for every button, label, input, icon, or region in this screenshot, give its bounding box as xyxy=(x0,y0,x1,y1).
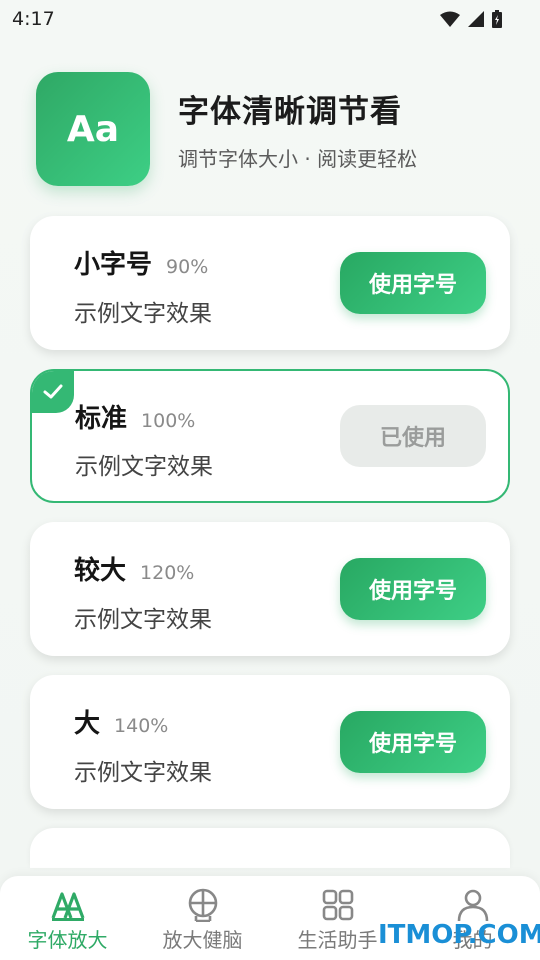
status-bar: 4:17 xyxy=(0,0,540,38)
sample-text: 示例文字效果 xyxy=(74,760,212,786)
check-icon xyxy=(32,371,74,413)
status-time: 4:17 xyxy=(12,8,55,30)
watermark: ITMOP.COM xyxy=(378,920,540,950)
size-card-large[interactable]: 大 140% 示例文字效果 使用字号 xyxy=(30,675,510,809)
use-size-button[interactable]: 使用字号 xyxy=(340,252,486,314)
size-name: 较大 xyxy=(74,556,127,586)
sample-text: 示例文字效果 xyxy=(74,301,212,327)
app-title: 字体清晰调节看 xyxy=(178,94,402,130)
size-name: 标准 xyxy=(75,404,128,434)
in-use-button[interactable]: 已使用 xyxy=(340,405,486,467)
sample-text: 示例文字效果 xyxy=(75,454,213,480)
grid-icon xyxy=(322,889,353,921)
wifi-icon xyxy=(440,11,460,27)
size-card-standard[interactable]: 标准 100% 示例文字效果 已使用 xyxy=(30,369,510,503)
person-icon xyxy=(457,889,488,922)
nav-label: 字体放大 xyxy=(27,928,108,952)
font-size-icon xyxy=(51,892,84,921)
size-name: 大 xyxy=(74,709,101,739)
brain-icon xyxy=(188,888,217,922)
signal-icon xyxy=(468,11,484,27)
app-header: Aa 字体清晰调节看 调节字体大小 · 阅读更轻松 xyxy=(36,72,506,186)
nav-brain[interactable]: 放大健脑 xyxy=(135,876,270,960)
size-card-larger[interactable]: 较大 120% 示例文字效果 使用字号 xyxy=(30,522,510,656)
size-percent: 90% xyxy=(166,256,209,278)
size-card-small[interactable]: 小字号 90% 示例文字效果 使用字号 xyxy=(30,216,510,350)
nav-font-enlarge[interactable]: 字体放大 xyxy=(0,876,135,960)
size-percent: 120% xyxy=(140,562,195,584)
sample-text: 示例文字效果 xyxy=(74,607,212,633)
status-icons xyxy=(440,10,502,28)
nav-label: 生活助手 xyxy=(297,928,378,952)
app-logo: Aa xyxy=(36,72,150,186)
battery-icon xyxy=(492,10,502,28)
size-percent: 140% xyxy=(114,715,169,737)
app-subtitle: 调节字体大小 · 阅读更轻松 xyxy=(178,147,418,171)
size-percent: 100% xyxy=(141,410,196,432)
size-name: 小字号 xyxy=(74,250,153,280)
nav-label: 放大健脑 xyxy=(162,928,243,952)
size-card-partial[interactable] xyxy=(30,828,510,868)
use-size-button[interactable]: 使用字号 xyxy=(340,711,486,773)
use-size-button[interactable]: 使用字号 xyxy=(340,558,486,620)
